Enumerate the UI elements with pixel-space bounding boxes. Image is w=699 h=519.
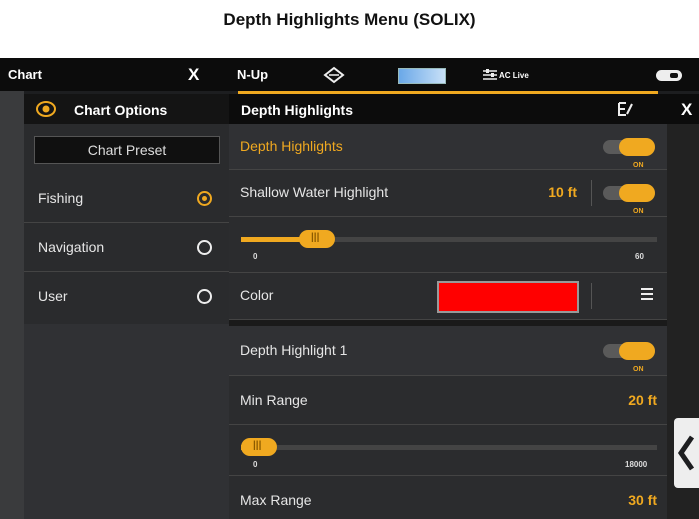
depth-highlight-1-toggle[interactable]: ON <box>603 342 655 373</box>
radio-unselected-icon[interactable] <box>197 289 212 304</box>
chevron-left-icon <box>677 435 695 471</box>
slider-thumb[interactable] <box>299 230 335 248</box>
row-label: Depth Highlights <box>240 138 343 154</box>
preset-option-user[interactable]: User <box>24 272 229 320</box>
sonar-palette-icon[interactable] <box>398 68 446 84</box>
slider-thumb[interactable] <box>241 438 277 456</box>
slider-max-label: 18000 <box>625 460 648 469</box>
toggle-knob <box>619 342 655 360</box>
depth-highlights-title: Depth Highlights <box>241 102 353 118</box>
slider-min-label: 0 <box>253 252 258 261</box>
preset-option-navigation[interactable]: Navigation <box>24 223 229 272</box>
shallow-depth-slider[interactable] <box>241 230 657 248</box>
toggle-state-label: ON <box>633 208 644 215</box>
row-label: Min Range <box>240 392 308 408</box>
shallow-water-toggle[interactable]: ON <box>603 184 655 215</box>
page-caption: Depth Highlights Menu (SOLIX) <box>223 10 476 29</box>
slider-max-label: 60 <box>635 252 644 261</box>
top-status-bar: Chart X N-Up AC Live <box>0 58 699 91</box>
max-range-row[interactable]: Max Range 30 ft <box>229 476 667 519</box>
shallow-water-row[interactable]: Shallow Water Highlight 10 ft ON <box>229 170 667 217</box>
depth-highlights-panel: Depth Highlights ON Shallow Water Highli… <box>229 124 667 519</box>
toggle-knob <box>619 138 655 156</box>
color-swatch[interactable] <box>437 281 579 313</box>
ac-live-label[interactable]: AC Live <box>499 71 529 80</box>
divider <box>591 180 592 206</box>
compass-icon[interactable] <box>323 66 345 84</box>
depth-highlight-1-row[interactable]: Depth Highlight 1 ON <box>229 320 667 376</box>
depth-highlights-toggle[interactable]: ON <box>603 138 655 169</box>
toggle-knob <box>619 184 655 202</box>
device-screen: Chart X N-Up AC Live Chart Options Chart… <box>0 58 699 519</box>
orientation-label[interactable]: N-Up <box>237 67 268 82</box>
row-label: Shallow Water Highlight <box>240 184 389 200</box>
eye-icon <box>36 101 56 117</box>
chart-options-title: Chart Options <box>74 102 168 118</box>
row-label: Max Range <box>240 492 312 508</box>
chart-options-panel: Chart Options Chart Preset Fishing Navig… <box>24 94 229 324</box>
radio-unselected-icon[interactable] <box>197 240 212 255</box>
shallow-slider-row: 0 60 <box>229 217 667 273</box>
color-row[interactable]: Color <box>229 273 667 320</box>
battery-icon <box>656 70 682 81</box>
chart-options-header: Chart Options <box>24 94 229 124</box>
chart-view-label[interactable]: Chart <box>8 67 42 82</box>
divider <box>591 283 592 309</box>
chart-background-strip <box>0 91 24 519</box>
chart-preset-button[interactable]: Chart Preset <box>34 136 220 164</box>
depth-highlights-header: Depth Highlights X <box>229 94 699 124</box>
close-chart-button[interactable]: X <box>188 65 199 85</box>
close-menu-button[interactable]: X <box>681 100 692 120</box>
preset-option-label: Navigation <box>38 239 105 255</box>
min-range-value: 20 ft <box>628 392 657 408</box>
menu-list-icon[interactable] <box>641 288 653 290</box>
expand-panel-tab[interactable] <box>674 418 699 488</box>
row-label: Depth Highlight 1 <box>240 342 348 358</box>
min-range-row[interactable]: Min Range 20 ft <box>229 376 667 425</box>
depth-highlights-row[interactable]: Depth Highlights ON <box>229 124 667 170</box>
preset-option-fishing[interactable]: Fishing <box>24 174 229 223</box>
chart-area-background <box>24 324 229 519</box>
min-range-slider[interactable] <box>241 438 657 456</box>
max-range-value: 30 ft <box>628 492 657 508</box>
preset-option-label: User <box>38 288 68 304</box>
slider-min-label: 0 <box>253 460 258 469</box>
toggle-state-label: ON <box>633 366 644 373</box>
exit-menu-icon[interactable] <box>617 101 635 117</box>
min-range-slider-row: 0 18000 <box>229 425 667 476</box>
radio-selected-icon[interactable] <box>197 191 212 206</box>
shallow-water-value: 10 ft <box>548 184 577 200</box>
preset-option-label: Fishing <box>38 190 84 206</box>
sliders-icon[interactable] <box>482 68 498 82</box>
row-label: Color <box>240 287 274 303</box>
toggle-state-label: ON <box>633 162 644 169</box>
